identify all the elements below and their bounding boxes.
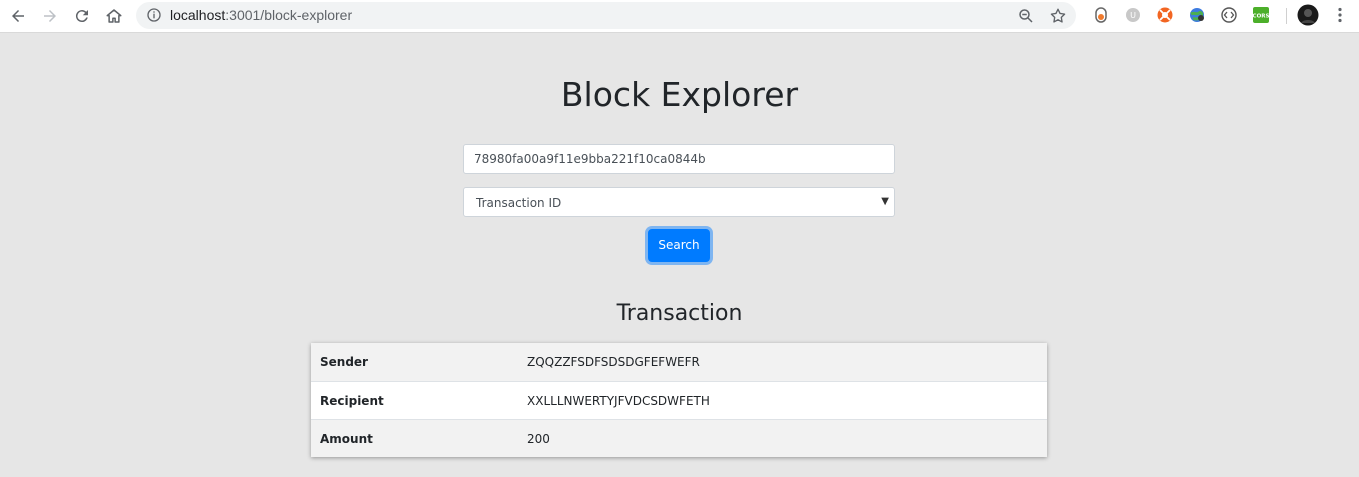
- svg-text:U: U: [1130, 11, 1136, 20]
- arrow-left-icon: [12, 10, 24, 22]
- ext-cors-icon[interactable]: CORS: [1252, 6, 1270, 24]
- kebab-menu-icon: [1338, 7, 1342, 23]
- ext-ublock-icon[interactable]: U: [1124, 6, 1142, 24]
- ext-globe-icon[interactable]: [1188, 6, 1206, 24]
- ext-lifebuoy-icon[interactable]: [1156, 6, 1174, 24]
- table-row: Sender ZQQZZFSDFSDSDGFEFWEFR: [311, 343, 1047, 381]
- url-text: localhost:3001/block-explorer: [170, 7, 353, 23]
- table-row: Amount 200: [311, 419, 1047, 457]
- reload-button[interactable]: [69, 4, 95, 28]
- toolbar-separator: [1286, 8, 1287, 24]
- caret-down-icon: ▼: [881, 196, 889, 207]
- row-value-sender: ZQQZZFSDFSDSDGFEFWEFR: [527, 355, 700, 369]
- info-icon: [147, 8, 161, 22]
- address-bar[interactable]: localhost:3001/block-explorer: [136, 2, 1076, 29]
- arrow-right-icon: [44, 10, 56, 22]
- search-input[interactable]: 78980fa00a9f11e9bba221f10ca0844b: [463, 144, 895, 174]
- page-title: Block Explorer: [560, 75, 799, 114]
- browser-toolbar: localhost:3001/block-explorer U CORS: [0, 0, 1359, 33]
- browser-menu-button[interactable]: [1331, 6, 1349, 24]
- ext-timer-icon[interactable]: [1092, 6, 1110, 24]
- search-button[interactable]: Search: [648, 229, 710, 262]
- zoom-out-icon: [1019, 9, 1033, 23]
- reload-icon: [75, 10, 88, 23]
- avatar-icon: [1297, 4, 1319, 26]
- star-icon: [1050, 8, 1066, 23]
- row-value-amount: 200: [527, 432, 550, 446]
- zoom-button[interactable]: [1016, 6, 1036, 26]
- row-key-recipient: Recipient: [320, 394, 384, 408]
- svg-text:CORS: CORS: [1253, 14, 1270, 20]
- section-title: Transaction: [616, 301, 743, 326]
- ext-code-icon[interactable]: [1220, 6, 1238, 24]
- home-icon: [106, 9, 122, 23]
- forward-button[interactable]: [37, 4, 63, 28]
- row-key-sender: Sender: [320, 355, 368, 369]
- home-button[interactable]: [101, 4, 127, 28]
- search-type-selected: Transaction ID: [476, 196, 562, 210]
- row-key-amount: Amount: [320, 432, 373, 446]
- row-value-recipient: XXLLLNWERTYJFVDCSDWFETH: [527, 394, 710, 408]
- search-type-select[interactable]: Transaction ID ▼: [463, 187, 895, 217]
- table-row: Recipient XXLLLNWERTYJFVDCSDWFETH: [311, 381, 1047, 419]
- transaction-table: Sender ZQQZZFSDFSDSDGFEFWEFR Recipient X…: [311, 343, 1047, 457]
- bookmark-button[interactable]: [1048, 6, 1068, 26]
- profile-avatar[interactable]: [1297, 4, 1319, 26]
- back-button[interactable]: [5, 4, 31, 28]
